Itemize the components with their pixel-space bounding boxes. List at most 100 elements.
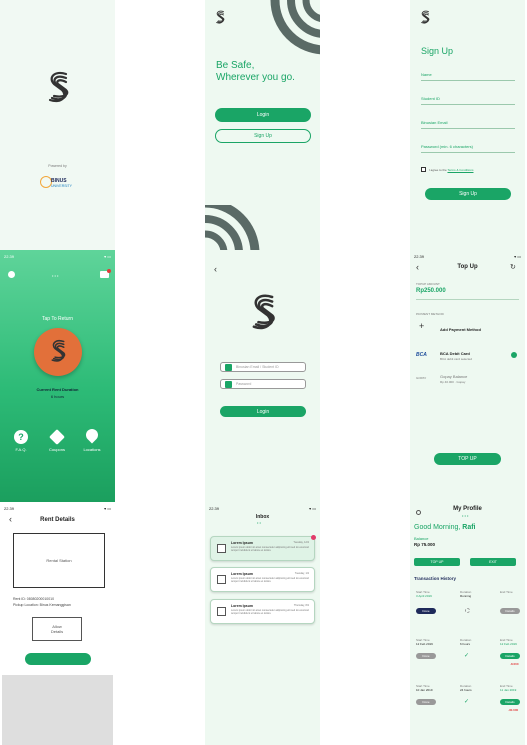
landing-screen: Be Safe, Wherever you go. Login Sign Up (205, 0, 320, 250)
history-icon[interactable]: ↻ (510, 263, 516, 271)
tagline-line-1: Be Safe, (216, 60, 255, 71)
page-dots: • • • (52, 273, 59, 278)
signal-battery-icon: ▾ ▭ (104, 506, 111, 511)
tx-start: 12 Feb 2019 (416, 642, 433, 646)
back-arrow-icon[interactable]: ‹ (214, 264, 217, 274)
status-bar: 22.39 ▾ ▭ (414, 254, 521, 259)
gopay-logo: GOPAY (416, 376, 427, 380)
add-payment-method[interactable]: Add Payment Method (440, 327, 481, 332)
bca-method-sub: BCA debit card selected (440, 357, 473, 361)
amount-label: TOPUP AMOUNT (416, 282, 440, 286)
divider (416, 299, 519, 300)
message-card[interactable]: Lorem Ipsum Tuesday, 1/2 Lorem ipsum dol… (210, 567, 315, 592)
duration-label: Current Rent Duration (36, 387, 79, 392)
message-checkbox[interactable] (217, 575, 226, 584)
email-input[interactable]: Binusian Email / Student ID (220, 362, 306, 372)
arc-decoration-icon (205, 205, 260, 250)
rent-action-button[interactable] (25, 653, 91, 665)
tx-fee: -30.000 (508, 708, 519, 712)
gopay-method-name[interactable]: Gopay Balance (440, 374, 467, 379)
password-field[interactable]: Password (min. 6 characters) (421, 144, 515, 153)
topup-screen: 22.39 ▾ ▭ ‹ Top Up ↻ TOPUP AMOUNT Rp250.… (410, 250, 525, 502)
message-card[interactable]: Lorem Ipsum Thursday, 8/2 Lorem ipsum do… (210, 599, 315, 624)
tx-done-button[interactable]: Done (416, 653, 436, 659)
unread-dot (311, 535, 316, 540)
inbox-icon[interactable] (100, 269, 111, 278)
student-id-field[interactable]: Student ID (421, 96, 515, 105)
tx-start: 3 April 2019 (416, 594, 432, 598)
loading-icon (465, 608, 470, 613)
details-box[interactable]: Allow Details (32, 617, 82, 641)
add-icon[interactable]: + (419, 321, 424, 331)
footer-panel (2, 675, 113, 745)
terms-prefix: I agree to the (429, 168, 447, 172)
name-field[interactable]: Name (421, 72, 515, 81)
selected-check-icon (511, 352, 517, 358)
lock-icon (225, 381, 232, 388)
terms-link[interactable]: Terms & Conditions (447, 168, 473, 172)
tx-duration: 6 hours (460, 642, 471, 646)
home-screen: 22.39 ▾ ▭ • • • Tap To Return Current Re… (0, 250, 115, 502)
signup-submit-button[interactable]: Sign Up (425, 188, 511, 200)
tx-details-button[interactable]: Details (500, 653, 520, 659)
exit-button[interactable]: EXIT (470, 558, 516, 566)
location-pin-icon[interactable] (83, 426, 101, 444)
tx-details-button[interactable]: Details (500, 608, 520, 614)
return-button[interactable] (34, 328, 82, 376)
amount-value[interactable]: Rp250.000 (416, 288, 446, 294)
inbox-title: Inbox (255, 514, 270, 520)
greeting-name: Rafi (462, 524, 476, 531)
status-bar: 22.39 ▾ ▭ (4, 254, 111, 259)
balance-value: Rp 75.000 (414, 542, 436, 547)
greeting-prefix: Good Morning, (414, 524, 461, 531)
profile-screen: My Profile • • • Good Morning, Rafi Bala… (410, 502, 525, 745)
tx-start: 10 Jan 2019 (416, 688, 433, 692)
tx-duration: Running (460, 594, 472, 598)
greeting: Good Morning, Rafi (414, 524, 476, 531)
terms-checkbox[interactable] (421, 167, 426, 172)
email-field[interactable]: Binusian Email (421, 120, 515, 129)
nav-coupons-label[interactable]: Coupons (44, 447, 70, 452)
station-image: Rental Station (13, 533, 105, 588)
app-logo-icon (51, 339, 66, 362)
tx-done-button[interactable]: Done (416, 608, 436, 614)
university-subtitle: UNIVERSITY (51, 184, 73, 188)
nav-locations-label[interactable]: Locations (79, 447, 105, 452)
rent-details-screen: 22.39 ▾ ▭ ‹ Rent Details Rental Station … (0, 502, 115, 745)
message-body: Lorem ipsum dolor sit amet consectetur a… (231, 609, 309, 615)
tx-details-button[interactable]: Details (500, 699, 520, 705)
app-logo-icon (216, 10, 225, 24)
duration-value: 6 hours (50, 394, 65, 399)
page-dots: • • • (462, 513, 469, 518)
tx-done-button[interactable]: Done (416, 699, 436, 705)
topup-submit-button[interactable]: TOP UP (434, 453, 501, 465)
signup-title: Sign Up (421, 46, 454, 56)
message-title: Lorem Ipsum (231, 572, 253, 576)
password-placeholder: Password (236, 382, 252, 386)
profile-icon[interactable] (8, 271, 15, 278)
signup-button[interactable]: Sign Up (215, 129, 311, 143)
password-input[interactable]: Password (220, 379, 306, 389)
transaction-row: Start Time 10 Jan 2019 Duration 24 hours… (414, 684, 521, 722)
notification-dot (107, 269, 111, 273)
splash-screen: Powered by BINUS UNIVERSITY (0, 0, 115, 250)
details-box-line-2: Details (50, 629, 64, 634)
payment-method-label: PAYMENT METHOD (416, 312, 444, 316)
coupon-icon[interactable] (49, 429, 65, 445)
page-dots: • • (257, 520, 261, 525)
signup-screen: Sign Up Name Student ID Binusian Email P… (410, 0, 525, 250)
transaction-row: Start Time 3 April 2019 Duration Running… (414, 590, 521, 628)
message-checkbox[interactable] (217, 607, 226, 616)
bca-method-name[interactable]: BCA Debit Card (440, 351, 470, 356)
faq-icon[interactable]: ? (14, 430, 28, 444)
login-submit-button[interactable]: Login (220, 406, 306, 417)
user-icon (225, 364, 232, 371)
nav-faq-label[interactable]: F.A.Q. (9, 447, 33, 452)
app-logo-icon (421, 10, 430, 24)
tx-end: 12 Feb 2019 (500, 642, 517, 646)
message-card[interactable]: Lorem Ipsum Tuesday, 12/2 Lorem ipsum do… (210, 535, 316, 561)
profile-title: My Profile (453, 506, 482, 512)
message-checkbox[interactable] (217, 544, 226, 553)
login-button[interactable]: Login (215, 108, 311, 122)
profile-topup-button[interactable]: TOP UP (414, 558, 460, 566)
